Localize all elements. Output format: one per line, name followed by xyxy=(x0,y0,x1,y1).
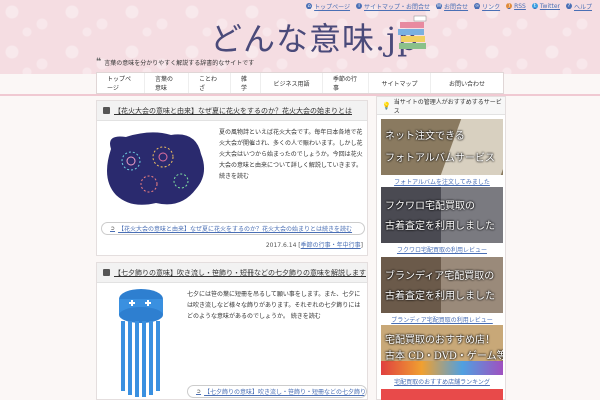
top-links: ⌂ トップページ i サイトマップ・お問合せ ✉ お問合せ ∞ リンク ) RSS t Tw… xyxy=(306,0,592,12)
nav-item-seasonal[interactable]: 季節の行事 xyxy=(323,73,369,93)
top-link-home[interactable]: ⌂ トップページ xyxy=(306,2,350,11)
rss-icon: ) xyxy=(506,3,513,9)
fireworks-thumbnail[interactable] xyxy=(101,129,207,209)
top-link-twitter[interactable]: t Twitter xyxy=(531,3,560,10)
top-link-help[interactable]: ? ヘルプ xyxy=(565,2,592,11)
article-excerpt: 夏の風物詩といえば花火大会です。毎年日本各地で花火大会が開催され、多くの人で賑わ… xyxy=(219,129,363,180)
banner-brandear[interactable]: ブランディア宅配買取の 古着査定を利用しました xyxy=(381,257,503,313)
banner-fukuwaro[interactable]: フクワロ宅配買取の 古着査定を利用しました xyxy=(381,187,503,243)
banner-caption[interactable]: 宅配買取のおすすめ店舗ランキング xyxy=(381,377,503,386)
sidebar: 💡 当サイトの管理人がおすすめするサービス ネット注文できる フォトアルバムサー… xyxy=(376,96,506,400)
top-link-links[interactable]: ∞ リンク xyxy=(474,2,500,11)
site-logo[interactable]: どんな意味.jp xyxy=(210,14,419,60)
sidebar-heading: 💡 当サイトの管理人がおすすめするサービス xyxy=(377,97,505,115)
books-icon xyxy=(398,15,427,49)
banner-caption[interactable]: フォトアルバムを注文してみました xyxy=(381,177,503,186)
arrow-circle-icon: ➲ xyxy=(110,225,116,232)
read-more-link[interactable]: ➲ 【花火大会の意味と由来】なぜ夏に花火をするのか？花火大会の始まりとは続きを読… xyxy=(101,222,365,235)
site-header: ⌂ トップページ i サイトマップ・お問合せ ✉ お問合せ ∞ リンク ) RSS t Tw… xyxy=(0,0,600,74)
book-icon xyxy=(103,107,110,114)
banner-photo-album[interactable]: ネット注文できる フォトアルバムサービス xyxy=(381,119,503,175)
nav-item-contact[interactable]: お問い合わせ xyxy=(431,73,503,93)
banner-takuhai-kaitori[interactable]: 宅配買取のおすすめ店！ 古本 CD・DVD・ゲーム等 xyxy=(381,325,503,375)
info-icon: i xyxy=(356,3,363,9)
banner-partial[interactable] xyxy=(381,389,503,400)
nav-divider xyxy=(0,94,600,96)
article-title[interactable]: 【七夕飾りの意味】吹き流し・笹飾り・短冊などの七夕飾りの意味を解説します xyxy=(97,263,367,283)
link-icon: ∞ xyxy=(474,3,481,9)
top-link-sitemap[interactable]: i サイトマップ・お問合せ xyxy=(356,2,430,11)
quote-icon: ❝ xyxy=(96,57,102,67)
home-icon: ⌂ xyxy=(306,3,313,9)
global-nav: トップページ 言葉の意味 ことわざ 雑学 ビジネス用語 季節の行事 サイトマップ… xyxy=(96,72,504,94)
article-excerpt: 七夕には笹の葉に短冊を吊るして願い事をします。また、七夕には吹き流しなど様々な飾… xyxy=(187,291,361,320)
site-tagline: ❝ 言葉の意味を分かりやすく解説する辞書的なサイトです xyxy=(96,57,255,67)
nav-item-business[interactable]: ビジネス用語 xyxy=(261,73,323,93)
top-link-contact[interactable]: ✉ お問合せ xyxy=(436,2,468,11)
nav-item-top[interactable]: トップページ xyxy=(97,73,145,93)
article-meta: 2017.6.14 [季節の行事・年中行事] xyxy=(265,242,363,249)
banner-caption[interactable]: フクワロ宅配買取の利用レビュー xyxy=(381,245,503,254)
arrow-circle-icon: ➲ xyxy=(196,388,202,395)
nav-item-proverbs[interactable]: ことわざ xyxy=(189,73,231,93)
tanabata-fukinagashi-thumbnail[interactable] xyxy=(111,287,171,397)
top-link-rss[interactable]: ) RSS xyxy=(506,3,526,10)
article-card: 【七夕飾りの意味】吹き流し・笹飾り・短冊などの七夕飾りの意味を解説します 七夕に… xyxy=(96,262,368,400)
nav-item-sitemap[interactable]: サイトマップ xyxy=(369,73,431,93)
lightbulb-icon: 💡 xyxy=(382,101,391,110)
article-title[interactable]: 【花火大会の意味と由来】なぜ夏に花火をするのか？花火大会の始まりとは xyxy=(97,101,367,121)
twitter-icon: t xyxy=(531,3,538,9)
article-category-link[interactable]: 季節の行事・年中行事 xyxy=(301,242,361,249)
banner-caption[interactable]: ブランディア宅配買取の利用レビュー xyxy=(381,315,503,324)
question-icon: ? xyxy=(565,3,572,9)
article-card: 【花火大会の意味と由来】なぜ夏に花火をするのか？花火大会の始まりとは 夏の風物詩… xyxy=(96,100,368,256)
book-icon xyxy=(103,269,110,276)
mail-icon: ✉ xyxy=(436,3,443,9)
read-more-link[interactable]: ➲ 【七夕飾りの意味】吹き流し・笹飾り・短冊などの七夕飾りの意味を解説します xyxy=(187,385,367,398)
nav-item-trivia[interactable]: 雑学 xyxy=(231,73,261,93)
nav-item-meaning[interactable]: 言葉の意味 xyxy=(145,73,189,93)
